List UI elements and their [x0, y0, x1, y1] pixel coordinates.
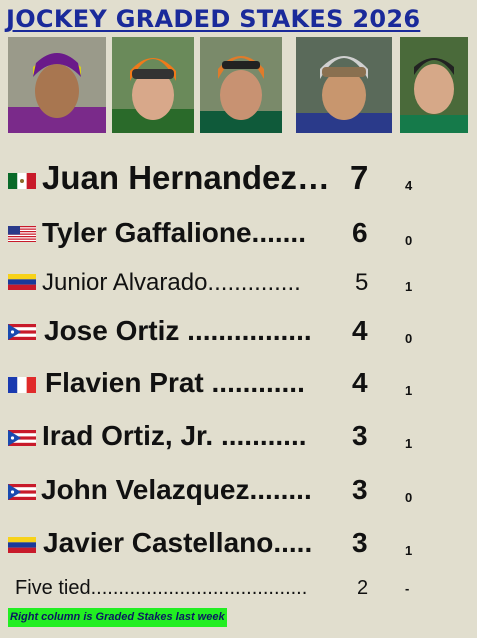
jockey-name: Jose Ortiz ................	[44, 315, 312, 346]
last-week-count: 1	[405, 279, 413, 294]
last-week-count: 1	[405, 436, 413, 451]
wins-count: 4	[352, 315, 368, 346]
jockey-photo-4	[296, 37, 392, 133]
jockey-photo-3	[200, 37, 282, 133]
jockey-name: Flavien Prat ............	[45, 367, 305, 398]
last-week-count: 0	[405, 490, 413, 505]
last-week-count: -	[405, 581, 410, 596]
jockey-row: Junior Alvarado.............. 5 1	[8, 268, 470, 298]
jockey-name: Juan Hernandez…	[42, 159, 330, 196]
venezuela-flag-icon	[8, 274, 36, 290]
wins-count: 4	[352, 367, 368, 398]
jockey-name: Junior Alvarado..............	[42, 269, 301, 296]
venezuela-flag-icon	[8, 537, 36, 553]
jockey-row: Jose Ortiz ................ 4 0	[8, 313, 470, 349]
last-week-count: 0	[405, 233, 413, 248]
jockey-photo-2	[112, 37, 194, 133]
puerto-rico-flag-icon	[8, 484, 36, 500]
last-week-count: 1	[405, 543, 413, 558]
tied-row: Five tied...............................…	[8, 575, 470, 601]
france-flag-icon	[8, 377, 36, 393]
jockey-name: Irad Ortiz, Jr. ...........	[42, 420, 307, 451]
last-week-count: 1	[405, 383, 413, 398]
puerto-rico-flag-icon	[8, 430, 36, 446]
wins-count: 3	[352, 474, 368, 505]
wins-count: 7	[350, 159, 369, 196]
last-week-count: 4	[405, 178, 413, 193]
page-title: JOCKEY GRADED STAKES 2026	[6, 5, 421, 33]
mexico-flag-icon	[8, 173, 36, 189]
jockey-name: Javier Castellano.....	[43, 527, 313, 558]
usa-flag-icon	[8, 226, 36, 242]
jockey-photo-5	[400, 37, 468, 133]
wins-count: 6	[352, 217, 368, 248]
wins-count: 2	[357, 577, 369, 599]
jockey-row: Irad Ortiz, Jr. ........... 3 1	[8, 418, 470, 454]
wins-count: 3	[352, 420, 368, 451]
jockey-row: Juan Hernandez… 7 4	[8, 158, 470, 198]
jockey-name: John Velazquez........	[41, 474, 312, 505]
wins-count: 3	[352, 527, 368, 558]
footnote: Right column is Graded Stakes last week	[8, 608, 227, 627]
jockey-photo-1	[8, 37, 106, 133]
puerto-rico-flag-icon	[8, 324, 36, 340]
jockey-row: John Velazquez........ 3 0	[8, 472, 470, 508]
jockey-row: Flavien Prat ............ 4 1	[8, 365, 470, 401]
jockey-row: Tyler Gaffalione....... 6 0	[8, 215, 470, 251]
last-week-count: 0	[405, 331, 413, 346]
wins-count: 5	[355, 269, 369, 296]
jockey-row: Javier Castellano..... 3 1	[8, 525, 470, 561]
tied-label: Five tied...............................…	[15, 577, 308, 599]
jockey-name: Tyler Gaffalione.......	[42, 217, 306, 248]
